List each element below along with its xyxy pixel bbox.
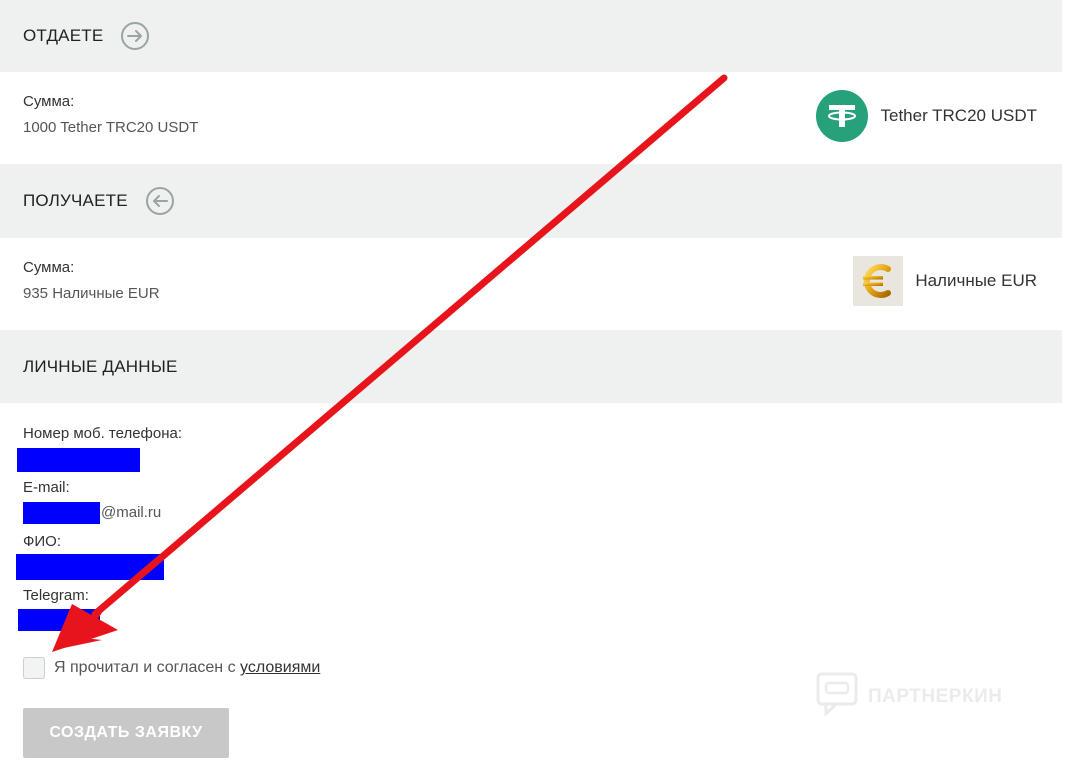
partnerkin-logo-icon — [816, 672, 858, 721]
name-label: ФИО: — [23, 533, 62, 550]
receive-amount-label: Сумма: — [23, 259, 75, 276]
receive-amount-value: 935 Наличные EUR — [23, 285, 160, 302]
create-request-button[interactable]: СОЗДАТЬ ЗАЯВКУ — [23, 708, 229, 758]
partnerkin-watermark: ПАРТНЕРКИН — [816, 672, 1002, 721]
telegram-label: Telegram: — [23, 587, 89, 604]
phone-label: Номер моб. телефона: — [23, 425, 183, 442]
agree-checkbox[interactable] — [23, 657, 45, 679]
give-amount-label: Сумма: — [23, 93, 75, 110]
give-currency-name: Tether TRC20 USDT — [880, 106, 1037, 125]
telegram-value-redacted — [18, 609, 100, 631]
arrow-left-icon[interactable] — [145, 187, 174, 215]
give-section-title: ОТДАЕТЕ — [23, 26, 104, 45]
email-label: E-mail: — [23, 479, 70, 496]
tether-logo-icon — [816, 90, 869, 142]
give-section-header: ОТДАЕТЕ — [0, 0, 1062, 72]
arrow-right-icon[interactable] — [121, 22, 150, 50]
watermark-text: ПАРТНЕРКИН — [868, 685, 1003, 707]
give-currency[interactable]: Tether TRC20 USDT — [816, 90, 1037, 142]
phone-value-redacted — [17, 448, 140, 472]
agree-text: Я прочитал и согласен с условиями — [54, 659, 320, 677]
receive-currency-name: Наличные EUR — [915, 271, 1037, 290]
name-value-redacted — [16, 554, 164, 580]
give-amount-value: 1000 Tether TRC20 USDT — [23, 119, 199, 136]
agree-text-main: Я прочитал и согласен с — [54, 659, 241, 676]
receive-section-header: ПОЛУЧАЕТЕ — [0, 164, 1062, 238]
personal-section-header: ЛИЧНЫЕ ДАННЫЕ — [0, 330, 1062, 403]
terms-link[interactable]: условиями — [240, 659, 320, 676]
personal-section-title: ЛИЧНЫЕ ДАННЫЕ — [23, 356, 178, 376]
receive-currency[interactable]: Наличные EUR — [853, 256, 1037, 306]
give-amount-row: Сумма: 1000 Tether TRC20 USDT Tether TRC… — [0, 72, 1062, 164]
email-value-redacted — [23, 502, 100, 524]
receive-section-title: ПОЛУЧАЕТЕ — [23, 191, 128, 210]
euro-logo-icon — [853, 256, 904, 306]
receive-amount-row: Сумма: 935 Наличные EUR Наличные EUR — [0, 238, 1062, 330]
email-suffix: @mail.ru — [101, 504, 162, 521]
